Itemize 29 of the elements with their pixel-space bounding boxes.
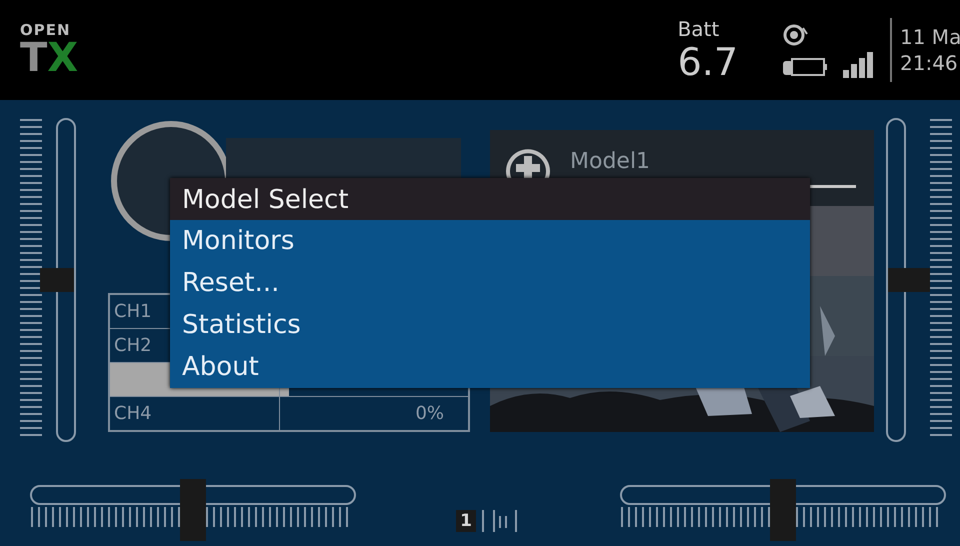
flight-mode-ticks xyxy=(480,510,520,532)
channel-name: CH4 xyxy=(114,403,152,424)
battery-label: Batt xyxy=(678,19,720,39)
menu-title: Model Select xyxy=(170,178,810,220)
menu-item[interactable]: About xyxy=(170,346,810,388)
trim-thumb[interactable] xyxy=(180,479,206,541)
logo-caption: OPEN xyxy=(20,22,72,38)
menu-item[interactable]: Reset... xyxy=(170,262,810,304)
battery-value: 6.7 xyxy=(678,43,738,81)
logo-letter: X xyxy=(47,38,78,78)
trim-thumb[interactable] xyxy=(770,479,796,541)
channel-value: 0% xyxy=(415,403,444,424)
trim-track[interactable] xyxy=(620,479,946,541)
trim-thumb[interactable] xyxy=(888,268,930,292)
logo-letter: T xyxy=(20,38,48,78)
time: 21:46 xyxy=(900,50,959,76)
channel-name: CH2 xyxy=(114,335,152,356)
flight-mode-number: 1 xyxy=(456,510,476,532)
menu-item[interactable]: Monitors xyxy=(170,220,810,262)
speaker-icon xyxy=(782,22,808,48)
trim-thumb[interactable] xyxy=(40,268,74,292)
menu-item[interactable]: Statistics xyxy=(170,304,810,346)
date: 11 Ma xyxy=(900,24,960,50)
model-name: Model1 xyxy=(570,148,650,174)
trim-track[interactable] xyxy=(40,118,76,442)
trim-track[interactable] xyxy=(886,118,930,442)
channel-name: CH1 xyxy=(114,301,152,322)
trim-track[interactable] xyxy=(30,479,356,541)
battery-icon xyxy=(782,56,828,78)
